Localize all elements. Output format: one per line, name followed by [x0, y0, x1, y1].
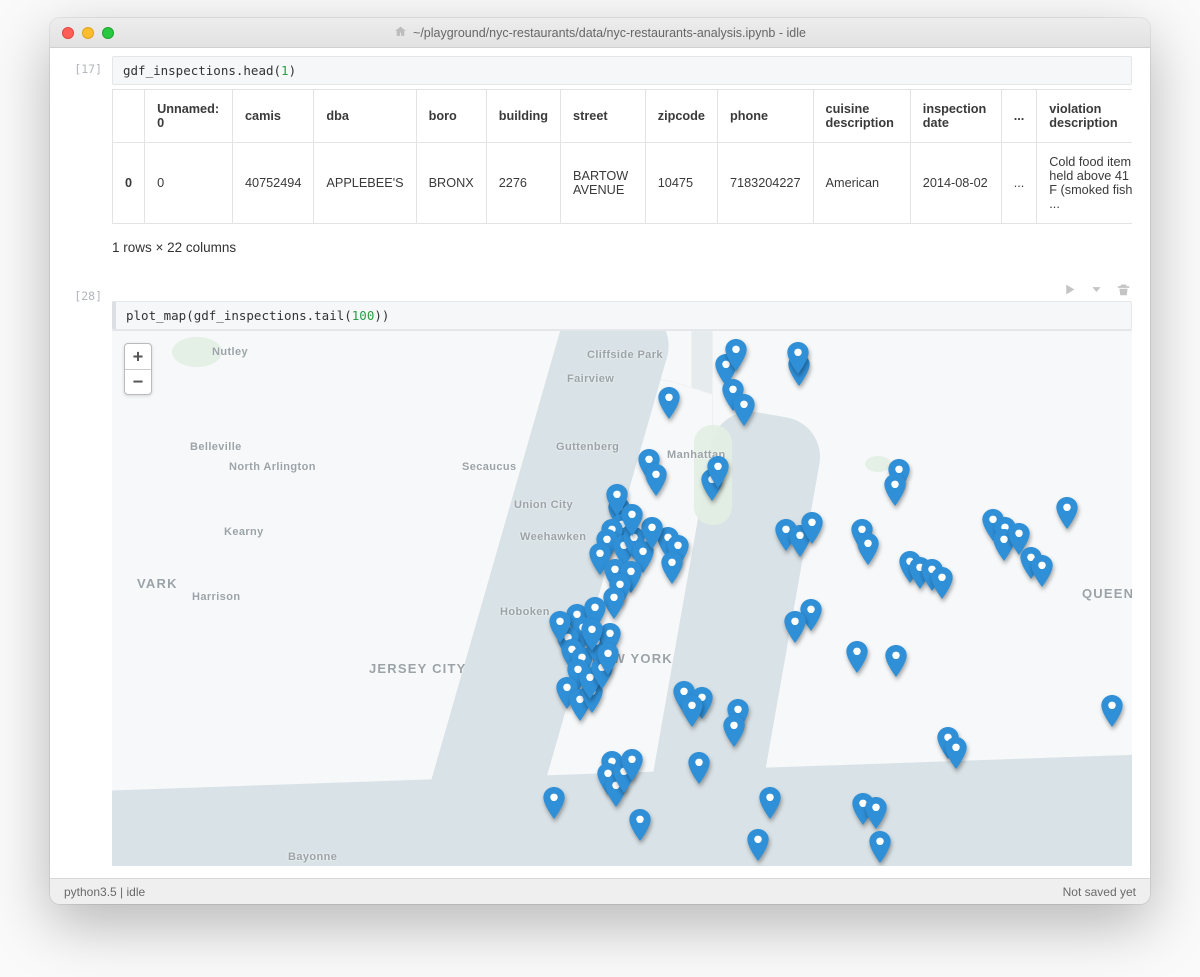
map-marker-icon[interactable] — [641, 517, 663, 549]
dataframe-table: Unnamed: 0camisdbaborobuildingstreetzipc… — [112, 89, 1132, 224]
close-window-button[interactable] — [62, 27, 74, 39]
map-marker-icon[interactable] — [747, 829, 769, 861]
code-number: 100 — [352, 308, 375, 323]
map-marker-icon[interactable] — [869, 831, 891, 863]
table-cell: 10475 — [645, 143, 717, 224]
code-text: plot_map(gdf_inspections.tail( — [126, 308, 352, 323]
map-zoom-out-button[interactable]: − — [125, 369, 151, 394]
notebook-content: [17] gdf_inspections.head(1) Unnamed: 0c… — [50, 48, 1150, 878]
table-header: ... — [1001, 90, 1037, 143]
traffic-lights — [62, 27, 114, 39]
code-text: )) — [374, 308, 389, 323]
table-header: cuisine description — [813, 90, 910, 143]
map-marker-icon[interactable] — [1101, 695, 1123, 727]
table-cell: BARTOW AVENUE — [561, 143, 646, 224]
table-header — [113, 90, 145, 143]
map-marker-icon[interactable] — [884, 474, 906, 506]
cell-prompt: [17] — [56, 56, 112, 283]
code-number: 1 — [281, 63, 289, 78]
app-window: ~/playground/nyc-restaurants/data/nyc-re… — [50, 18, 1150, 904]
table-cell: 7183204227 — [717, 143, 813, 224]
map-output[interactable]: + − NutleyCliffside ParkFairviewBellevil… — [112, 330, 1132, 866]
table-cell: APPLEBEE'S — [314, 143, 416, 224]
map-marker-icon[interactable] — [865, 797, 887, 829]
map-marker-icon[interactable] — [759, 787, 781, 819]
trash-icon[interactable] — [1117, 283, 1130, 299]
table-cell: 40752494 — [232, 143, 313, 224]
map-marker-icon[interactable] — [931, 567, 953, 599]
cell-prompt: [28] — [56, 283, 112, 866]
table-header: building — [486, 90, 560, 143]
table-cell: Cold food item held above 41 F (smoked f… — [1037, 143, 1132, 224]
map-marker-icon[interactable] — [787, 342, 809, 374]
titlebar: ~/playground/nyc-restaurants/data/nyc-re… — [50, 18, 1150, 48]
table-header: dba — [314, 90, 416, 143]
table-cell: 2014-08-02 — [910, 143, 1001, 224]
map-marker-icon[interactable] — [846, 641, 868, 673]
code-input[interactable]: plot_map(gdf_inspections.tail(100)) — [112, 301, 1132, 330]
table-cell: 0 — [145, 143, 233, 224]
map-marker-icon[interactable] — [543, 787, 565, 819]
table-cell: ... — [1001, 143, 1037, 224]
table-header: violation description — [1037, 90, 1132, 143]
map-marker-icon[interactable] — [549, 611, 571, 643]
map-marker-icon[interactable] — [645, 464, 667, 496]
notebook-cell: [28] plot_map(gdf_inspections.tail(100)) — [56, 283, 1132, 866]
status-bar: python3.5 | idle Not saved yet — [50, 878, 1150, 904]
save-status: Not saved yet — [1063, 885, 1136, 899]
map-marker-icon[interactable] — [885, 645, 907, 677]
kernel-status: python3.5 | idle — [64, 885, 145, 899]
map-marker-icon[interactable] — [725, 339, 747, 371]
map-marker-icon[interactable] — [723, 715, 745, 747]
table-header: street — [561, 90, 646, 143]
table-header: Unnamed: 0 — [145, 90, 233, 143]
map-marker-icon[interactable] — [1056, 497, 1078, 529]
dataframe-output: Unnamed: 0camisdbaborobuildingstreetzipc… — [112, 89, 1132, 224]
table-row-index: 0 — [113, 143, 145, 224]
map-marker-icon[interactable] — [621, 504, 643, 536]
table-cell: American — [813, 143, 910, 224]
maximize-window-button[interactable] — [102, 27, 114, 39]
code-input[interactable]: gdf_inspections.head(1) — [112, 56, 1132, 85]
code-text: gdf_inspections.head( — [123, 63, 281, 78]
map-marker-icon[interactable] — [707, 456, 729, 488]
map-park — [172, 337, 222, 367]
map-marker-icon[interactable] — [945, 737, 967, 769]
map-marker-icon[interactable] — [597, 643, 619, 675]
map-marker-icon[interactable] — [603, 587, 625, 619]
map-marker-icon[interactable] — [857, 533, 879, 565]
run-cell-icon[interactable] — [1063, 283, 1076, 299]
table-cell: BRONX — [416, 143, 486, 224]
dataframe-footer: 1 rows × 22 columns — [112, 240, 1132, 255]
map-marker-icon[interactable] — [784, 611, 806, 643]
notebook-cell: [17] gdf_inspections.head(1) Unnamed: 0c… — [56, 56, 1132, 283]
table-header: boro — [416, 90, 486, 143]
window-title: ~/playground/nyc-restaurants/data/nyc-re… — [413, 26, 806, 40]
map-marker-icon[interactable] — [629, 809, 651, 841]
table-header: zipcode — [645, 90, 717, 143]
home-icon — [394, 25, 407, 41]
map-marker-icon[interactable] — [658, 387, 680, 419]
map-marker-icon[interactable] — [681, 695, 703, 727]
map-marker-icon[interactable] — [661, 552, 683, 584]
cell-toolbar — [112, 283, 1132, 299]
table-cell: 2276 — [486, 143, 560, 224]
chevron-down-icon[interactable] — [1090, 283, 1103, 299]
minimize-window-button[interactable] — [82, 27, 94, 39]
table-header: camis — [232, 90, 313, 143]
map-marker-icon[interactable] — [1031, 555, 1053, 587]
table-header: phone — [717, 90, 813, 143]
map-zoom-controls: + − — [124, 343, 152, 395]
map-marker-icon[interactable] — [733, 394, 755, 426]
table-header: inspection date — [910, 90, 1001, 143]
code-text: ) — [289, 63, 297, 78]
map-marker-icon[interactable] — [801, 512, 823, 544]
map-zoom-in-button[interactable]: + — [125, 344, 151, 369]
map-marker-icon[interactable] — [688, 752, 710, 784]
map-marker-icon[interactable] — [621, 749, 643, 781]
